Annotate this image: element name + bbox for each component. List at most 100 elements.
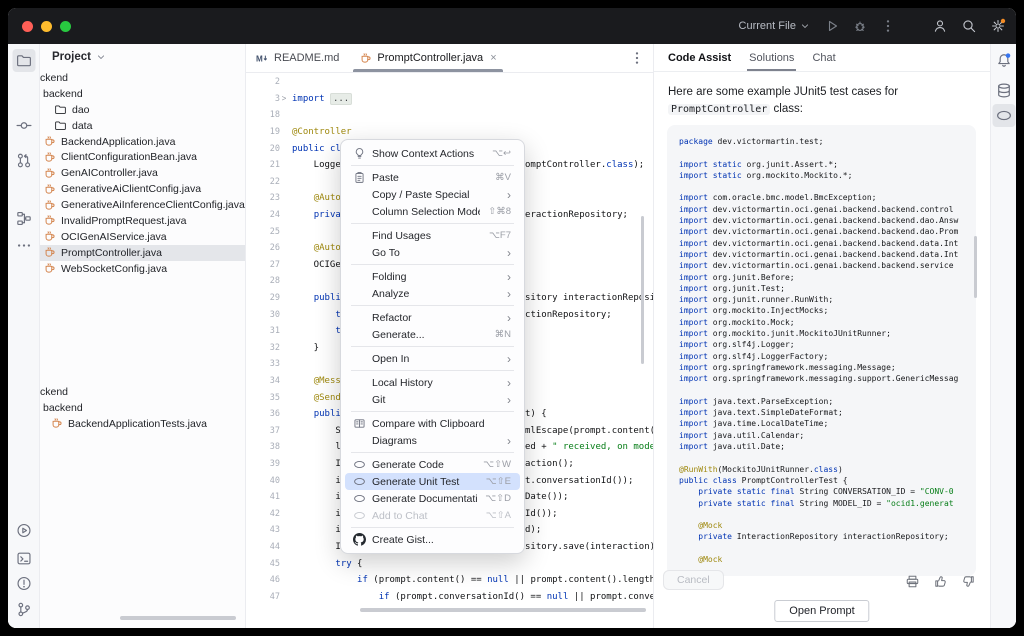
menu-separator: [351, 305, 514, 306]
menu-item-local-history[interactable]: Local History›: [345, 374, 520, 391]
assist-code-line: [679, 181, 976, 192]
tree-item-generativeaiclientconfig-java[interactable]: GenerativeAiClientConfig.java: [40, 181, 245, 197]
tree-item-backendapplicationtests-java[interactable]: BackendApplicationTests.java: [40, 416, 245, 432]
tree-item-backend[interactable]: backend: [40, 400, 245, 416]
oval-icon: [353, 475, 366, 488]
tree-item-label: OCIGenAIService.java: [61, 231, 167, 243]
tree-item-genaicontroller-java[interactable]: GenAIController.java: [40, 165, 245, 181]
menu-item-generate-unit-test[interactable]: Generate Unit Test⌥⇧E: [345, 473, 520, 490]
compare-icon: [353, 417, 366, 430]
menu-item-analyze[interactable]: Analyze›: [345, 285, 520, 302]
editor-horizontal-scrollbar[interactable]: [360, 608, 646, 612]
menu-item-folding[interactable]: Folding›: [345, 268, 520, 285]
menu-item-paste[interactable]: Paste⌘V: [345, 169, 520, 186]
zoom-window-button[interactable]: [60, 21, 71, 32]
line-number: 29: [246, 293, 280, 303]
run-configuration-selector[interactable]: Current File: [739, 20, 811, 32]
menu-item-create-gist[interactable]: Create Gist...: [345, 531, 520, 548]
terminal-icon[interactable]: [15, 550, 32, 567]
branch-icon[interactable]: [15, 601, 32, 618]
play-icon[interactable]: [824, 18, 840, 34]
assist-code-scrollbar[interactable]: [974, 236, 977, 298]
search-icon[interactable]: [961, 18, 977, 34]
menu-item-column-selection-mode[interactable]: Column Selection Mode⇧⌘8: [345, 203, 520, 220]
menu-item-generate[interactable]: Generate...⌘N: [345, 326, 520, 343]
tree-item-invalidpromptrequest-java[interactable]: InvalidPromptRequest.java: [40, 213, 245, 229]
tree-item-clientconfigurationbean-java[interactable]: ClientConfigurationBean.java: [40, 149, 245, 165]
project-panel-header[interactable]: Project: [40, 44, 245, 67]
tree-item-backendapplication-java[interactable]: BackendApplication.java: [40, 134, 245, 150]
assist-tab-chat[interactable]: Chat: [812, 44, 835, 71]
run-circle-icon[interactable]: [15, 522, 32, 539]
fold-marker-icon[interactable]: >: [280, 94, 288, 103]
menu-item-diagrams[interactable]: Diagrams›: [345, 432, 520, 449]
tree-item-ckend[interactable]: ckend: [40, 70, 245, 86]
tree-item-dao[interactable]: dao: [40, 102, 245, 118]
assist-code-line: private static final String MODEL_ID = "…: [679, 498, 976, 509]
thumb-down-icon[interactable]: [961, 574, 976, 589]
bug-icon[interactable]: [852, 18, 868, 34]
cancel-button[interactable]: Cancel: [663, 570, 724, 590]
tab-label: README.md: [274, 52, 339, 64]
menu-item-refactor[interactable]: Refactor›: [345, 309, 520, 326]
kebab-icon[interactable]: [880, 18, 896, 34]
minimize-window-button[interactable]: [41, 21, 52, 32]
assist-code-line: @RunWith(MockitoJUnitRunner.class): [679, 464, 976, 475]
tab-options-icon[interactable]: [629, 50, 645, 66]
menu-item-git[interactable]: Git›: [345, 391, 520, 408]
menu-item-show-context-actions[interactable]: Show Context Actions⌥↩: [345, 145, 520, 162]
close-tab-icon[interactable]: ×: [490, 52, 496, 64]
lightbulb-icon: [353, 147, 366, 160]
folder-icon: [54, 103, 67, 116]
assist-tab-solutions[interactable]: Solutions: [749, 44, 794, 71]
insert-icon[interactable]: [905, 574, 920, 589]
assist-tab-code-assist[interactable]: Code Assist: [668, 44, 731, 71]
tree-item-websocketconfig-java[interactable]: WebSocketConfig.java: [40, 261, 245, 277]
bell-icon[interactable]: [995, 52, 1012, 69]
gear-icon[interactable]: [990, 18, 1006, 34]
editor-tab-bar: MREADME.mdPromptController.java×: [246, 44, 653, 73]
tree-item-data[interactable]: data: [40, 118, 245, 134]
menu-item-open-in[interactable]: Open In›: [345, 350, 520, 367]
submenu-arrow-icon: ›: [507, 378, 511, 388]
tree-item-label: ckend: [40, 72, 68, 84]
menu-item-copy-paste-special[interactable]: Copy / Paste Special›: [345, 186, 520, 203]
tree-item-ocigenaiservice-java[interactable]: OCIGenAIService.java: [40, 229, 245, 245]
tree-item-ckend[interactable]: ckend: [40, 384, 245, 400]
submenu-arrow-icon: ›: [507, 289, 511, 299]
problems-icon[interactable]: [15, 575, 32, 592]
oval-icon[interactable]: [992, 104, 1015, 127]
tab-promptcontroller-java[interactable]: PromptController.java×: [349, 44, 506, 72]
commit-icon[interactable]: [15, 117, 32, 134]
submenu-arrow-icon: ›: [507, 436, 511, 446]
line-number: 24: [246, 210, 280, 220]
pull-request-icon[interactable]: [15, 152, 32, 169]
assist-code-line: import static org.junit.Assert.*;: [679, 159, 976, 170]
structure-icon[interactable]: [15, 210, 32, 227]
menu-item-generate-code[interactable]: Generate Code⌥⇧W: [345, 456, 520, 473]
menu-item-find-usages[interactable]: Find Usages⌥F7: [345, 227, 520, 244]
tree-item-promptcontroller-java[interactable]: PromptController.java: [40, 245, 245, 261]
menu-item-go-to[interactable]: Go To›: [345, 244, 520, 261]
more-icon[interactable]: [15, 237, 32, 254]
project-horizontal-scrollbar[interactable]: [120, 616, 236, 620]
folder-icon[interactable]: [12, 49, 35, 72]
thumb-up-icon[interactable]: [933, 574, 948, 589]
close-window-button[interactable]: [22, 21, 33, 32]
menu-icon-spacer: [353, 311, 366, 324]
line-number: 44: [246, 542, 280, 552]
tree-item-generativeaiinferenceclientconfig-java[interactable]: GenerativeAiInferenceClientConfig.java: [40, 197, 245, 213]
open-prompt-button[interactable]: Open Prompt: [774, 600, 869, 622]
menu-icon-spacer: [353, 229, 366, 242]
tree-item-backend[interactable]: backend: [40, 86, 245, 102]
menu-item-add-to-chat[interactable]: Add to Chat⌥⇧A: [345, 507, 520, 524]
assist-code-line: [679, 543, 976, 554]
menu-item-compare-with-clipboard[interactable]: Compare with Clipboard: [345, 415, 520, 432]
java-class-icon: [43, 135, 56, 148]
person-icon[interactable]: [932, 18, 948, 34]
menu-item-generate-documentation[interactable]: Generate Documentation⌥⇧D: [345, 490, 520, 507]
line-number: 2: [246, 77, 280, 87]
tab-readme-md[interactable]: MREADME.md: [246, 44, 349, 72]
editor-vertical-scrollbar[interactable]: [641, 216, 644, 364]
database-icon[interactable]: [995, 82, 1012, 99]
